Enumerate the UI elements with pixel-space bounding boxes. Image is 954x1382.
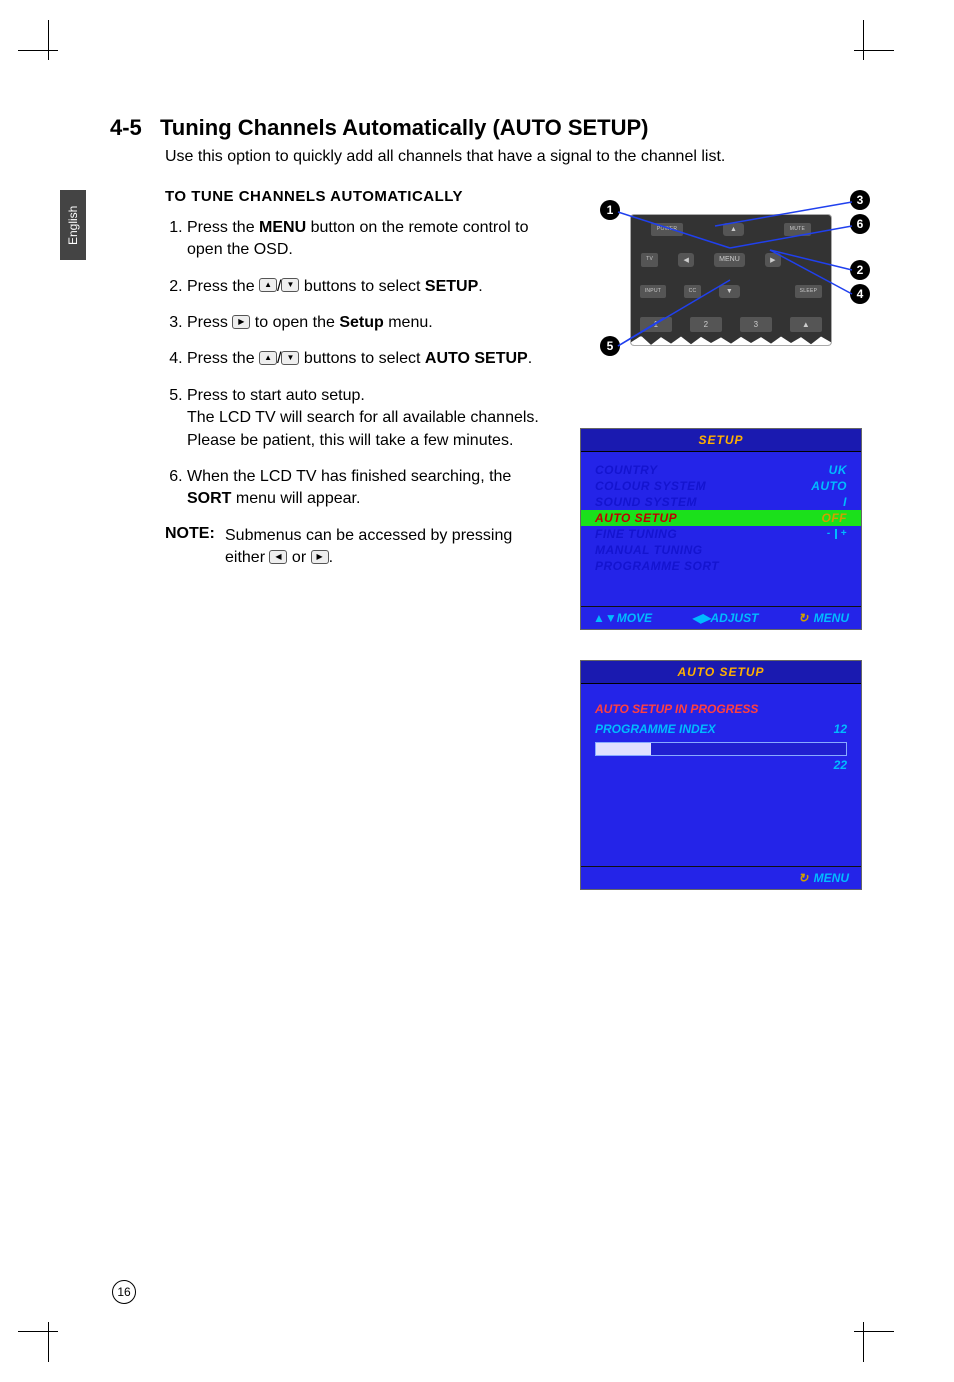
step-text: buttons to select xyxy=(299,350,424,367)
up-icon: ▲ xyxy=(259,278,277,292)
step-2: Press the ▲/▼ buttons to select SETUP. xyxy=(187,276,540,298)
step-5: Press to start auto setup. The LCD TV wi… xyxy=(187,385,540,452)
section-heading: 4-5Tuning Channels Automatically (AUTO S… xyxy=(110,115,880,141)
step-4: Press the ▲/▼ buttons to select AUTO SET… xyxy=(187,348,540,370)
remote-sleep-button: SLEEP xyxy=(795,285,823,298)
step-3: Press ▶ to open the Setup menu. xyxy=(187,312,540,334)
callout-6: 6 xyxy=(850,214,870,234)
remote-input-button: INPUT xyxy=(640,285,667,298)
fine-tuning-bar: -+ xyxy=(827,527,847,541)
step-bold: Setup xyxy=(339,314,383,331)
step-text: When the LCD TV has finished searching, … xyxy=(187,468,511,485)
step-text: . xyxy=(528,350,532,367)
remote-num-1: 1 xyxy=(640,317,672,332)
section-title-text: Tuning Channels Automatically (AUTO SETU… xyxy=(160,115,649,140)
right-icon: ▶ xyxy=(311,550,329,564)
remote-num-2: 2 xyxy=(690,317,722,332)
step-bold: AUTO SETUP xyxy=(425,350,528,367)
up-icon: ▲ xyxy=(259,351,277,365)
step-text: Press the xyxy=(187,219,259,236)
note-text-part: . xyxy=(329,549,333,566)
osd-row-auto-setup: AUTO SETUPOFF xyxy=(581,510,861,526)
remote-torn-edge xyxy=(631,336,831,346)
language-tab: English xyxy=(60,190,86,260)
osd-auto-setup-screen: AUTO SETUP AUTO SETUP IN PROGRESS PROGRA… xyxy=(580,660,862,890)
osd-footer-adjust: ◀▶ADJUST xyxy=(692,611,758,625)
page-number: 16 xyxy=(112,1280,136,1304)
note-text: Submenus can be accessed by pressing eit… xyxy=(225,525,540,570)
crop-mark xyxy=(18,20,58,60)
osd-footer-menu: ↻ MENU xyxy=(798,871,849,885)
remote-figure: POWER ▲ MUTE TV ◀ MENU ▶ INPUT CC ▼ xyxy=(580,188,880,368)
right-icon: ▶ xyxy=(232,315,250,329)
osd-row-manual-tuning: MANUAL TUNING xyxy=(595,542,847,558)
callout-5: 5 xyxy=(600,336,620,356)
step-text: Press to start auto setup. xyxy=(187,387,365,404)
osd-footer-menu: ↻ MENU xyxy=(798,611,849,625)
osd-row-fine-tuning: FINE TUNING -+ xyxy=(595,526,847,542)
note-label: NOTE: xyxy=(165,525,225,570)
step-text: The LCD TV will search for all available… xyxy=(187,409,539,448)
remote-down-button: ▼ xyxy=(719,285,740,298)
crop-mark xyxy=(854,1322,894,1362)
remote-up-button: ▲ xyxy=(723,223,744,236)
step-bold: SORT xyxy=(187,490,231,507)
callout-1: 1 xyxy=(600,200,620,220)
osd-programme-index-value: 12 xyxy=(834,722,847,736)
step-6: When the LCD TV has finished searching, … xyxy=(187,466,540,511)
step-bold: SETUP xyxy=(425,278,478,295)
step-1: Press the MENU button on the remote cont… xyxy=(187,217,540,262)
down-icon: ▼ xyxy=(281,278,299,292)
remote-right-button: ▶ xyxy=(765,253,780,267)
step-text: buttons to select xyxy=(299,278,424,295)
osd-progress-bar xyxy=(595,742,847,756)
osd-setup-screen: SETUP COUNTRYUK COLOUR SYSTEMAUTO SOUND … xyxy=(580,428,862,630)
step-text: Press the xyxy=(187,350,259,367)
osd-footer: ↻ MENU xyxy=(581,866,861,889)
osd-title: SETUP xyxy=(581,429,861,452)
osd-row-country: COUNTRYUK xyxy=(595,462,847,478)
osd-footer-move: ▲▼MOVE xyxy=(593,611,652,625)
section-intro: Use this option to quickly add all chann… xyxy=(165,147,880,168)
step-text: to open the xyxy=(250,314,339,331)
step-text: . xyxy=(478,278,482,295)
remote-menu-button: MENU xyxy=(714,253,745,267)
callout-2: 2 xyxy=(850,260,870,280)
crop-mark xyxy=(18,1322,58,1362)
instructions-heading: TO TUNE CHANNELS AUTOMATICALLY xyxy=(165,188,540,205)
callout-3: 3 xyxy=(850,190,870,210)
step-text: Press xyxy=(187,314,232,331)
osd-footer: ▲▼MOVE ◀▶ADJUST ↻ MENU xyxy=(581,606,861,629)
osd-row-sound-system: SOUND SYSTEMI xyxy=(595,494,847,510)
note-text-part: Submenus can be accessed by pressing eit… xyxy=(225,527,512,566)
osd-title: AUTO SETUP xyxy=(581,661,861,684)
step-bold: MENU xyxy=(259,219,306,236)
osd-programme-index-label: PROGRAMME INDEX xyxy=(595,722,716,736)
remote-mute-button: MUTE xyxy=(784,223,811,236)
osd-row-programme-sort: PROGRAMME SORT xyxy=(595,558,847,574)
remote-ch-up: ▲ xyxy=(790,317,822,332)
osd-counter: 22 xyxy=(595,758,847,772)
remote-body: POWER ▲ MUTE TV ◀ MENU ▶ INPUT CC ▼ xyxy=(630,214,832,346)
callout-4: 4 xyxy=(850,284,870,304)
step-text: Press the xyxy=(187,278,259,295)
note: NOTE: Submenus can be accessed by pressi… xyxy=(165,525,540,570)
osd-programme-index-row: PROGRAMME INDEX 12 xyxy=(595,722,847,736)
remote-power-button: POWER xyxy=(651,223,683,236)
steps-list: Press the MENU button on the remote cont… xyxy=(165,217,540,511)
section-number: 4-5 xyxy=(110,115,160,141)
remote-num-3: 3 xyxy=(740,317,772,332)
down-icon: ▼ xyxy=(281,351,299,365)
remote-tv-button: TV xyxy=(641,253,658,267)
left-icon: ◀ xyxy=(269,550,287,564)
crop-mark xyxy=(854,20,894,60)
note-text-part: or xyxy=(287,549,310,566)
step-text: menu. xyxy=(384,314,433,331)
osd-row-colour-system: COLOUR SYSTEMAUTO xyxy=(595,478,847,494)
remote-left-button: ◀ xyxy=(678,253,693,267)
remote-cc-button: CC xyxy=(684,285,702,298)
step-text: menu will appear. xyxy=(231,490,360,507)
osd-status-text: AUTO SETUP IN PROGRESS xyxy=(595,702,847,716)
